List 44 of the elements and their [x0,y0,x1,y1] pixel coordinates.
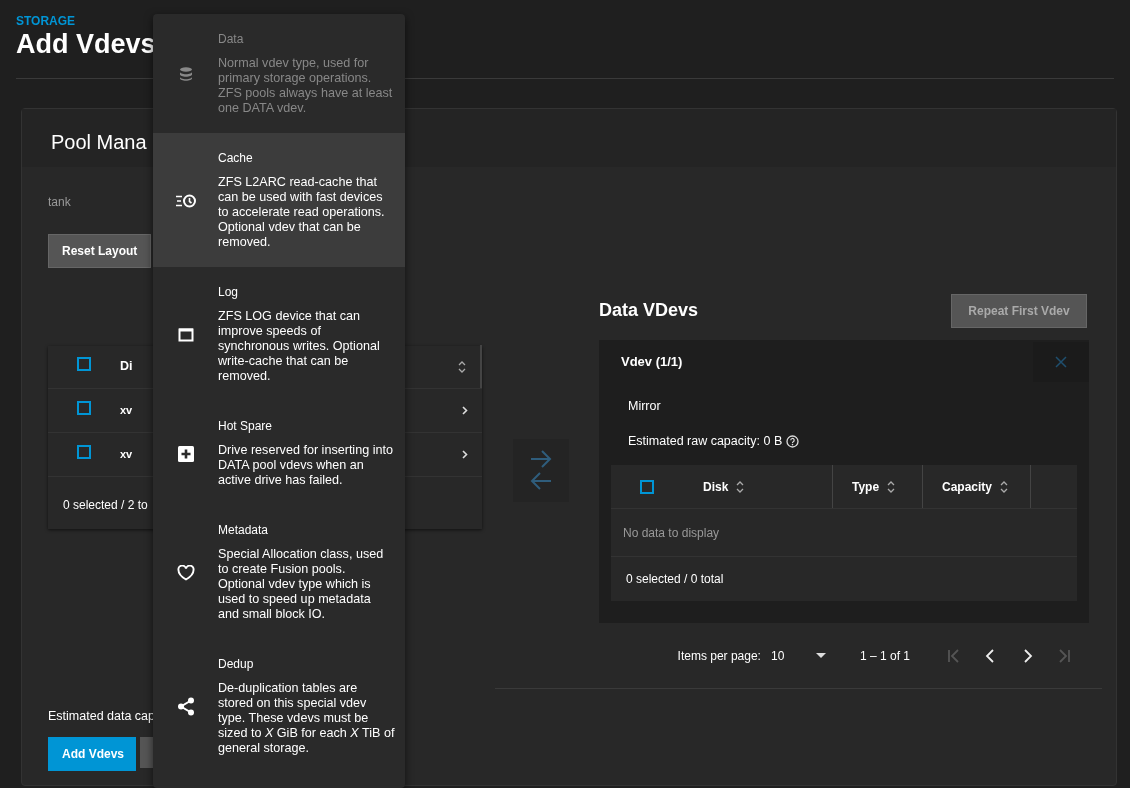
caret-icon [815,653,826,659]
sort-icon[interactable] [887,480,896,493]
column-header[interactable]: Capacity [942,477,993,496]
plus-box-icon [177,445,194,462]
checkbox[interactable] [640,479,654,494]
speed-clock-icon [174,193,197,208]
page-size-select[interactable]: 10 [770,646,826,665]
menu-item[interactable]: Dedup De-duplication tables are stored on this special vdev type. These vdevs must be sized to X GiB for each X TiB of general storage. [153,639,405,773]
breadcrumb: STORAGE [16,13,77,30]
help-icon[interactable] [786,435,800,449]
menu-item[interactable]: Hot Spare Drive reserved for inserting into DATA pool vdevs when an active drive has failed. [153,401,405,505]
chevron-right-icon[interactable] [462,449,468,459]
sort-icon[interactable] [1000,480,1009,493]
checkbox[interactable] [77,400,91,415]
menu-item[interactable]: Log ZFS LOG device that can improve speeds of synchronous writes. Optional write-cache that can be removed. [153,267,405,401]
heart-icon [176,564,195,581]
capacity-text: Estimated raw capacity: 0 B [628,433,783,451]
vdev-layout-text: Mirror [627,397,662,415]
menu-item[interactable]: Metadata Special Allocation class, used to create Fusion pools. Optional vdev type which is used to speed up metadata and small block IO. [153,505,405,639]
empty-message: No data to display [623,524,720,542]
menu-item[interactable]: Cache ZFS L2ARC read-cache that can be used with fast devices to accelerate read operations. Optional vdev that can be removed. [153,133,405,267]
sort-icon[interactable] [458,360,466,373]
table-cell-text: xv [120,402,133,418]
checkbox[interactable] [77,444,91,459]
items-per-page-label: Items per page: [677,647,761,665]
chevron-right-icon[interactable] [462,405,468,415]
share-icon [176,697,195,716]
table-cell-text: xv [120,446,133,462]
card-title: Pool Mana [51,130,147,153]
section-title: Data VDevs [599,299,699,323]
column-header[interactable]: Disk [703,477,729,496]
column-header[interactable]: Di [120,357,133,377]
database-icon [178,67,193,81]
page-range: 1 – 1 of 1 [859,647,910,665]
checkbox[interactable] [77,357,91,372]
table-footer-text: 0 selected / 0 total [626,571,724,589]
column-header[interactable]: Type [852,477,880,496]
sort-icon[interactable] [736,480,745,493]
reset-layout-button[interactable]: Reset Layout [48,233,152,268]
vdev-title: Vdev (1/1) [621,352,683,371]
page-title: Add Vdevs [16,30,156,60]
square-outline-icon [177,327,194,342]
pool-name: tank [48,193,71,211]
table-footer-text: 0 selected / 2 to [63,497,148,515]
